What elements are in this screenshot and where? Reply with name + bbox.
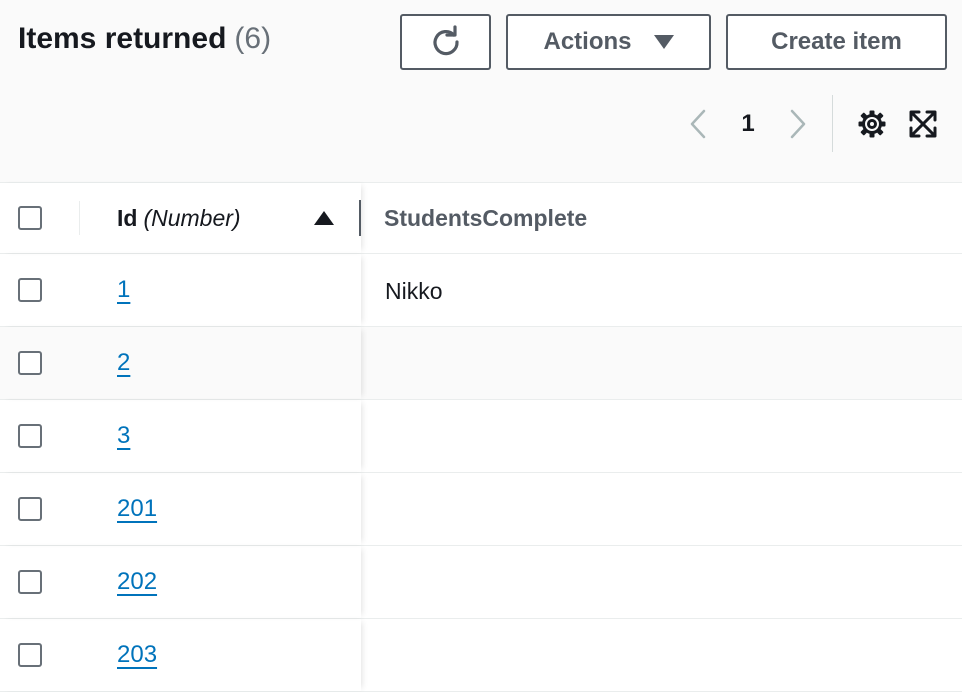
pager-divider [832, 95, 833, 152]
column-header-students-complete[interactable]: StudentsComplete [384, 205, 587, 232]
page-title: Items returned (6) [18, 22, 271, 56]
sticky-column-shadow [0, 254, 361, 326]
table-row: 202 [0, 546, 962, 619]
table-header-row: Id (Number) StudentsComplete [0, 183, 962, 254]
sticky-column-shadow [0, 327, 361, 399]
students-complete-value[interactable]: Nikko [385, 278, 443, 305]
sort-ascending-icon[interactable] [314, 211, 334, 225]
gear-icon [858, 110, 886, 138]
table-row: 201 [0, 473, 962, 546]
table-row: 3 [0, 400, 962, 473]
sticky-column-shadow [0, 400, 361, 472]
chevron-left-icon [690, 109, 706, 139]
row-checkbox[interactable] [18, 424, 42, 448]
column-header-id[interactable]: Id (Number) [117, 205, 241, 232]
previous-page-button[interactable] [683, 100, 713, 148]
row-checkbox[interactable] [18, 570, 42, 594]
sticky-column-shadow [0, 546, 361, 618]
item-id-link[interactable]: 2 [117, 349, 130, 377]
caret-down-icon [653, 35, 674, 49]
item-id-link[interactable]: 202 [117, 568, 157, 596]
actions-label: Actions [543, 28, 632, 55]
item-count: (6) [234, 22, 272, 55]
column-id-type: (Number) [143, 205, 241, 231]
item-id-link[interactable]: 203 [117, 641, 157, 669]
row-checkbox[interactable] [18, 497, 42, 521]
create-item-button[interactable]: Create item [726, 14, 947, 70]
table-row: 1 Nikko [0, 254, 962, 327]
item-id-link[interactable]: 201 [117, 495, 157, 523]
column-resizer[interactable] [359, 200, 361, 236]
refresh-button[interactable] [400, 14, 491, 70]
items-table: Id (Number) StudentsComplete 1 Nikko 2 3 … [0, 183, 962, 692]
next-page-button[interactable] [783, 100, 813, 148]
chevron-right-icon [790, 109, 806, 139]
column-id-name: Id [117, 205, 138, 231]
sticky-column-shadow [0, 473, 361, 545]
table-header-area: Items returned (6) Actions Create item 1 [0, 0, 962, 183]
row-checkbox[interactable] [18, 351, 42, 375]
fullscreen-button[interactable] [907, 108, 939, 140]
item-id-link[interactable]: 3 [117, 422, 130, 450]
table-row: 203 [0, 619, 962, 692]
row-checkbox[interactable] [18, 643, 42, 667]
actions-button[interactable]: Actions [506, 14, 711, 70]
table-row: 2 [0, 327, 962, 400]
sticky-column-shadow [0, 619, 361, 691]
row-checkbox[interactable] [18, 278, 42, 302]
fullscreen-icon [909, 110, 937, 138]
preferences-button[interactable] [856, 108, 888, 140]
current-page-number[interactable]: 1 [735, 100, 761, 148]
column-divider [79, 201, 80, 235]
item-id-link[interactable]: 1 [117, 276, 130, 304]
refresh-icon [432, 25, 459, 56]
select-all-checkbox[interactable] [18, 206, 42, 230]
title-text: Items returned [18, 22, 227, 55]
